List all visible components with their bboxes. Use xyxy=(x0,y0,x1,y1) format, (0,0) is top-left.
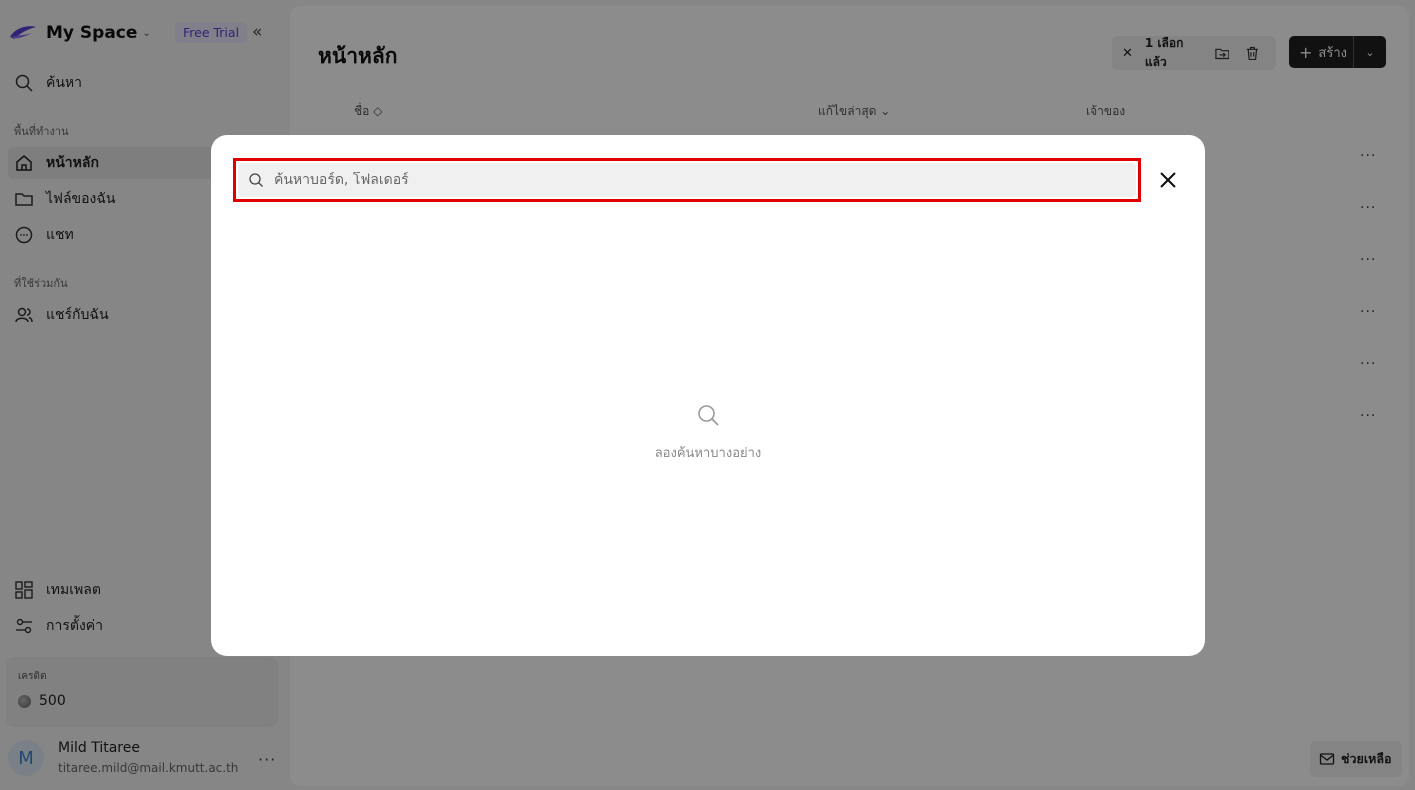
search-modal: ลองค้นหาบางอย่าง xyxy=(211,135,1205,656)
search-input[interactable] xyxy=(274,172,1114,188)
close-icon[interactable] xyxy=(1157,169,1179,191)
search-field-highlight xyxy=(233,158,1141,202)
search-icon xyxy=(249,173,263,187)
search-box xyxy=(238,163,1136,197)
empty-search-icon xyxy=(698,405,719,426)
empty-state-text: ลองค้นหาบางอย่าง xyxy=(654,446,762,461)
